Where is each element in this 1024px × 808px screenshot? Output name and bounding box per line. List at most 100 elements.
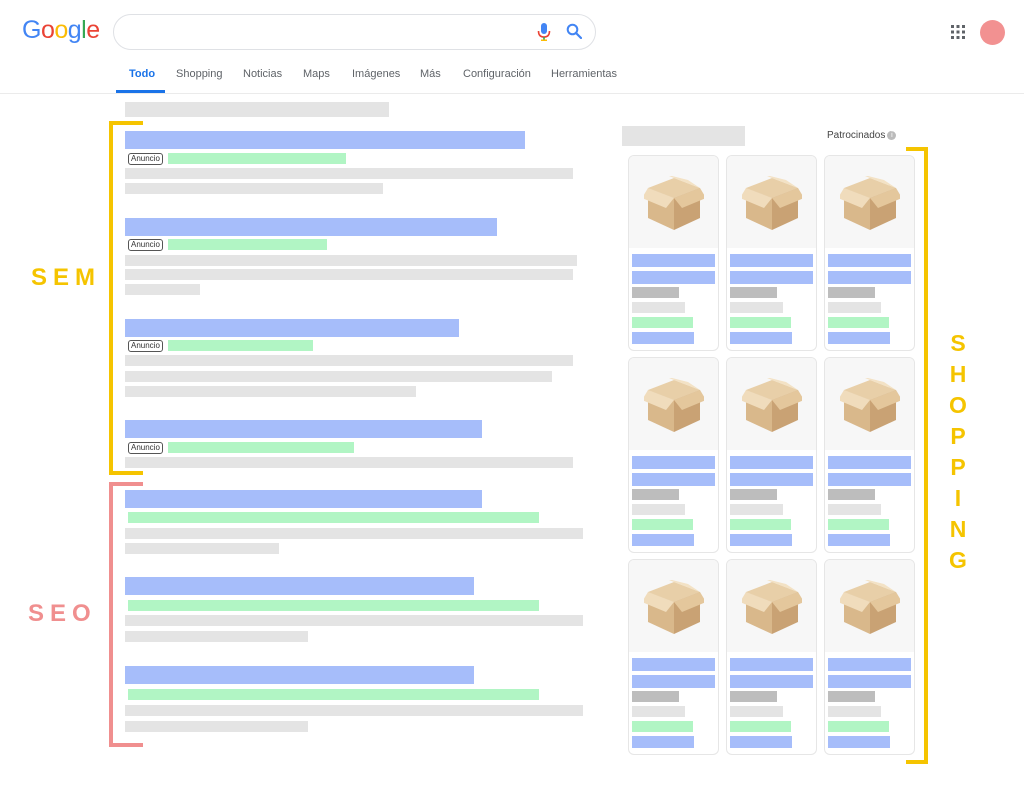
ad-snippet-line <box>125 269 573 280</box>
product-title-placeholder <box>828 254 911 267</box>
search-input[interactable] <box>132 23 516 42</box>
product-image[interactable] <box>825 560 914 652</box>
product-card[interactable] <box>824 559 915 755</box>
result-url-placeholder <box>128 689 539 700</box>
ad-url-placeholder <box>168 239 327 250</box>
product-link-placeholder <box>632 534 694 546</box>
result-snippet-line <box>125 543 279 554</box>
product-title-placeholder <box>632 658 715 671</box>
tab-configuracion[interactable]: Configuración <box>463 68 531 80</box>
product-title-placeholder <box>632 271 715 284</box>
product-title-placeholder <box>828 271 911 284</box>
product-price-placeholder <box>632 287 679 298</box>
ad-title-placeholder[interactable] <box>125 131 525 149</box>
product-title-placeholder <box>828 473 911 486</box>
product-image[interactable] <box>825 358 914 450</box>
product-image[interactable] <box>629 560 718 652</box>
search-icon[interactable] <box>566 23 582 39</box>
product-shipping-placeholder <box>730 721 791 732</box>
result-title-placeholder[interactable] <box>125 490 482 508</box>
product-card[interactable] <box>628 155 719 351</box>
product-title-placeholder <box>730 675 813 688</box>
ad-title-placeholder[interactable] <box>125 218 497 236</box>
shopping-label-letter: S <box>950 330 966 356</box>
product-image[interactable] <box>727 156 816 248</box>
ad-snippet-line <box>125 386 416 397</box>
tab-maps[interactable]: Maps <box>303 68 330 80</box>
sem-label: SEM <box>31 264 102 291</box>
result-stats-placeholder <box>125 102 389 117</box>
info-icon[interactable]: i <box>887 130 897 140</box>
product-image[interactable] <box>727 358 816 450</box>
product-image[interactable] <box>727 560 816 652</box>
product-price-placeholder <box>828 287 875 298</box>
tab-noticias[interactable]: Noticias <box>243 68 282 80</box>
shopping-label-letter: O <box>949 392 967 418</box>
google-logo[interactable]: Google <box>22 16 100 45</box>
result-url-placeholder <box>128 512 539 523</box>
ad-title-placeholder[interactable] <box>125 319 459 337</box>
product-store-placeholder <box>730 706 783 717</box>
product-card[interactable] <box>726 559 817 755</box>
product-link-placeholder <box>828 534 890 546</box>
product-title-placeholder <box>730 473 813 486</box>
ad-title-placeholder[interactable] <box>125 420 482 438</box>
ad-snippet-line <box>125 168 573 179</box>
logo-letter: e <box>86 16 100 44</box>
product-shipping-placeholder <box>828 317 889 328</box>
product-price-placeholder <box>828 489 875 500</box>
product-card[interactable] <box>726 357 817 553</box>
tab-todo[interactable]: Todo <box>129 68 155 80</box>
product-store-placeholder <box>632 302 685 313</box>
tab-shopping[interactable]: Shopping <box>176 68 223 80</box>
product-card[interactable] <box>824 357 915 553</box>
product-image[interactable] <box>629 358 718 450</box>
product-price-placeholder <box>632 489 679 500</box>
product-title-placeholder <box>632 675 715 688</box>
ad-snippet-line <box>125 355 573 366</box>
ad-snippet-line <box>125 371 552 382</box>
apps-grid-icon[interactable] <box>951 25 965 39</box>
result-title-placeholder[interactable] <box>125 666 474 684</box>
search-box[interactable] <box>113 14 596 50</box>
product-store-placeholder <box>730 504 783 515</box>
product-title-placeholder <box>730 271 813 284</box>
logo-letter: o <box>54 16 68 44</box>
product-shipping-placeholder <box>730 317 791 328</box>
product-title-placeholder <box>828 456 911 469</box>
shopping-label-letter: P <box>950 423 966 449</box>
box-icon <box>742 580 802 634</box>
product-link-placeholder <box>632 736 694 748</box>
result-title-placeholder[interactable] <box>125 577 474 595</box>
seo-label: SEO <box>28 600 97 627</box>
avatar[interactable] <box>980 20 1005 45</box>
box-icon <box>840 378 900 432</box>
product-image[interactable] <box>629 156 718 248</box>
box-icon <box>840 176 900 230</box>
product-store-placeholder <box>828 302 881 313</box>
tab-mas[interactable]: Más <box>420 68 441 80</box>
product-store-placeholder <box>632 706 685 717</box>
seo-bracket <box>109 482 143 747</box>
product-link-placeholder <box>632 332 694 344</box>
product-link-placeholder <box>730 332 792 344</box>
product-title-placeholder <box>632 473 715 486</box>
sponsored-label[interactable]: Patrocinados i <box>827 130 897 141</box>
product-title-placeholder <box>730 456 813 469</box>
tab-herramientas[interactable]: Herramientas <box>551 68 617 80</box>
product-link-placeholder <box>730 534 792 546</box>
product-card[interactable] <box>824 155 915 351</box>
microphone-icon[interactable] <box>537 23 551 41</box>
product-card[interactable] <box>628 357 719 553</box>
result-snippet-line <box>125 705 583 716</box>
product-image[interactable] <box>825 156 914 248</box>
box-icon <box>644 378 704 432</box>
product-card[interactable] <box>726 155 817 351</box>
product-price-placeholder <box>730 691 777 702</box>
ad-url-placeholder <box>168 442 354 453</box>
product-shipping-placeholder <box>632 317 693 328</box>
tab-imagenes[interactable]: Imágenes <box>352 68 400 80</box>
product-store-placeholder <box>730 302 783 313</box>
product-card[interactable] <box>628 559 719 755</box>
product-store-placeholder <box>828 504 881 515</box>
